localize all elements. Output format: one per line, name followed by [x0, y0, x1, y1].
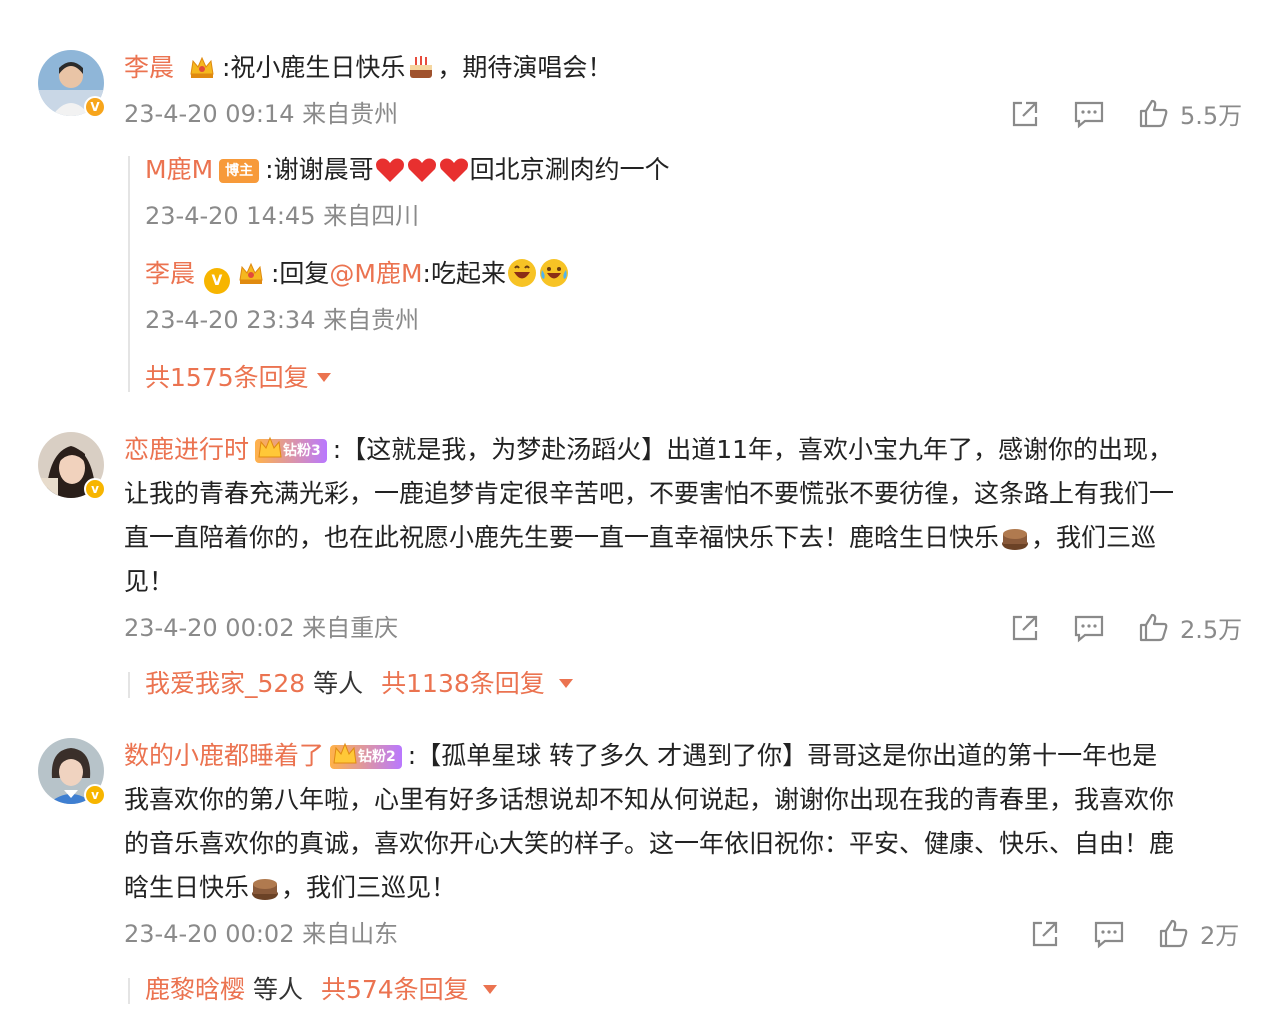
- comment-username[interactable]: 数的小鹿都睡着了: [124, 741, 324, 770]
- comment-line: 的音乐喜欢你的真诚，喜欢你开心大笑的样子。这一年依旧祝你：平安、健康、快乐、自由…: [124, 829, 1175, 858]
- verified-badge: V: [84, 96, 106, 118]
- like-icon[interactable]: [1136, 97, 1170, 131]
- comment-text: ，期待演唱会！: [437, 53, 613, 82]
- reply-divider: [128, 978, 130, 1004]
- heart-icon: [407, 158, 436, 182]
- comment-line: 晗生日快乐 ，我们三巡见！: [124, 866, 456, 910]
- comment-line: 恋鹿进行时 钻粉3:【这就是我，为梦赴汤蹈火】出道11年，喜欢小宝九年了，感谢你的…: [124, 428, 1173, 472]
- reply-text: :回复: [270, 259, 330, 288]
- comment-actions: 2.5万: [1008, 610, 1242, 645]
- reply-timestamp: 23-4-20 23:34 来自贵州: [145, 306, 420, 334]
- reply-mid: 等人: [252, 975, 303, 1004]
- heart-icon: [375, 158, 404, 182]
- avatar[interactable]: v: [38, 738, 106, 806]
- view-replies-link[interactable]: 鹿黎晗樱 等人 共574条回复: [145, 974, 497, 1006]
- cake-emoji: [252, 879, 279, 900]
- like-count: 5.5万: [1180, 102, 1243, 130]
- heart-icon: [439, 158, 468, 182]
- comment-line: 数的小鹿都睡着了 钻粉2:【孤单星球 转了多久 才遇到了你】哥哥这是你出道的第十一…: [124, 734, 1157, 778]
- share-icon[interactable]: [1028, 917, 1062, 951]
- comment-line: 我喜欢你的第八年啦，心里有好多话想说却不知从何说起，谢谢你出现在我的青春里，我喜…: [124, 785, 1175, 814]
- like-count: 2万: [1200, 922, 1240, 950]
- reply-count: 共574条回复: [320, 975, 469, 1004]
- comment-timestamp: 23-4-20 00:02 来自重庆: [124, 614, 399, 642]
- view-replies-link[interactable]: 我爱我家_528 等人 共1138条回复: [145, 668, 573, 700]
- comment-actions: 2万: [1028, 916, 1239, 951]
- laugh-emoji: [507, 259, 536, 287]
- like-count: 2.5万: [1180, 616, 1243, 644]
- reply-divider: [128, 672, 130, 698]
- comment-text: ，我们三巡见！: [281, 873, 457, 902]
- like-icon[interactable]: [1136, 611, 1170, 645]
- comment-text: :【这就是我，为梦赴汤蹈火】出道11年，喜欢小宝九年了，感谢你的出现，: [332, 435, 1174, 464]
- crown-icon: [190, 56, 214, 78]
- like-icon[interactable]: [1156, 917, 1190, 951]
- comment-line: 见！: [124, 567, 175, 596]
- reply-user[interactable]: 鹿黎晗樱: [145, 975, 245, 1004]
- comment-actions: 5.5万: [1008, 96, 1242, 131]
- reply-count: 共1138条回复: [381, 669, 545, 698]
- cake-emoji: [1002, 529, 1029, 550]
- reply-text: :谢谢晨哥: [265, 155, 374, 184]
- comment-line: 李晨 :祝小鹿生日快乐 ，期待演唱会！: [124, 46, 612, 90]
- avatar[interactable]: v: [38, 432, 106, 500]
- comment-text: 直一直陪着你的，也在此祝愿小鹿先生要一直一直幸福快乐下去！鹿晗生日快乐: [124, 523, 1000, 552]
- comment-text: :祝小鹿生日快乐: [221, 53, 406, 82]
- comment-line: 直一直陪着你的，也在此祝愿小鹿先生要一直一直幸福快乐下去！鹿晗生日快乐 ，我们三巡: [124, 516, 1156, 560]
- share-icon[interactable]: [1008, 97, 1042, 131]
- caret-down-icon: [558, 679, 573, 688]
- view-replies-link[interactable]: 共1575条回复: [145, 362, 331, 394]
- comment-icon[interactable]: [1072, 611, 1106, 645]
- reply-count: 共1575条回复: [145, 363, 309, 392]
- comment-icon[interactable]: [1092, 917, 1126, 951]
- verified-badge: V: [203, 268, 230, 294]
- reply-timestamp: 23-4-20 14:45 来自四川: [145, 202, 420, 230]
- fan-badge: 钻粉3: [255, 436, 327, 463]
- reply-line: 李晨 V :回复@M鹿M:吃起来: [145, 252, 570, 296]
- comment-username[interactable]: 恋鹿进行时: [124, 435, 249, 464]
- reply-mid: 等人: [313, 669, 364, 698]
- mention-link[interactable]: @M鹿M: [329, 259, 422, 288]
- laugh-emoji: [539, 259, 568, 287]
- avatar[interactable]: V: [38, 50, 106, 118]
- verified-badge: v: [84, 478, 106, 500]
- crown-icon: [333, 742, 357, 764]
- reply-divider: [128, 156, 130, 392]
- reply-line: M鹿M 博主:谢谢晨哥 回北京涮肉约一个: [145, 148, 670, 192]
- reply-user[interactable]: 我爱我家_528: [145, 669, 305, 698]
- author-tag: 博主: [219, 159, 260, 183]
- comment-text: :【孤单星球 转了多久 才遇到了你】哥哥这是你出道的第十一年也是: [407, 741, 1158, 770]
- comment-username[interactable]: 李晨: [124, 53, 174, 82]
- fan-badge: 钻粉2: [330, 742, 402, 769]
- crown-icon: [258, 436, 282, 458]
- comment-text: ，我们三巡: [1031, 523, 1157, 552]
- reply-username[interactable]: 李晨: [145, 259, 195, 288]
- comment-icon[interactable]: [1072, 97, 1106, 131]
- caret-down-icon: [482, 985, 497, 994]
- comment-text: 晗生日快乐: [124, 873, 250, 902]
- caret-down-icon: [316, 373, 331, 382]
- reply-username[interactable]: M鹿M: [145, 155, 213, 184]
- comment-line: 让我的青春充满光彩，一鹿追梦肯定很辛苦吧，不要害怕不要慌张不要彷徨，这条路上有我…: [124, 479, 1175, 508]
- crown-icon: [239, 262, 263, 284]
- comment-timestamp: 23-4-20 09:14 来自贵州: [124, 100, 399, 128]
- reply-text: 回北京涮肉约一个: [469, 155, 670, 184]
- comment-timestamp: 23-4-20 00:02 来自山东: [124, 920, 399, 948]
- verified-badge: v: [84, 784, 106, 806]
- share-icon[interactable]: [1008, 611, 1042, 645]
- reply-text: :吃起来: [422, 259, 506, 288]
- cake-emoji: [410, 56, 433, 78]
